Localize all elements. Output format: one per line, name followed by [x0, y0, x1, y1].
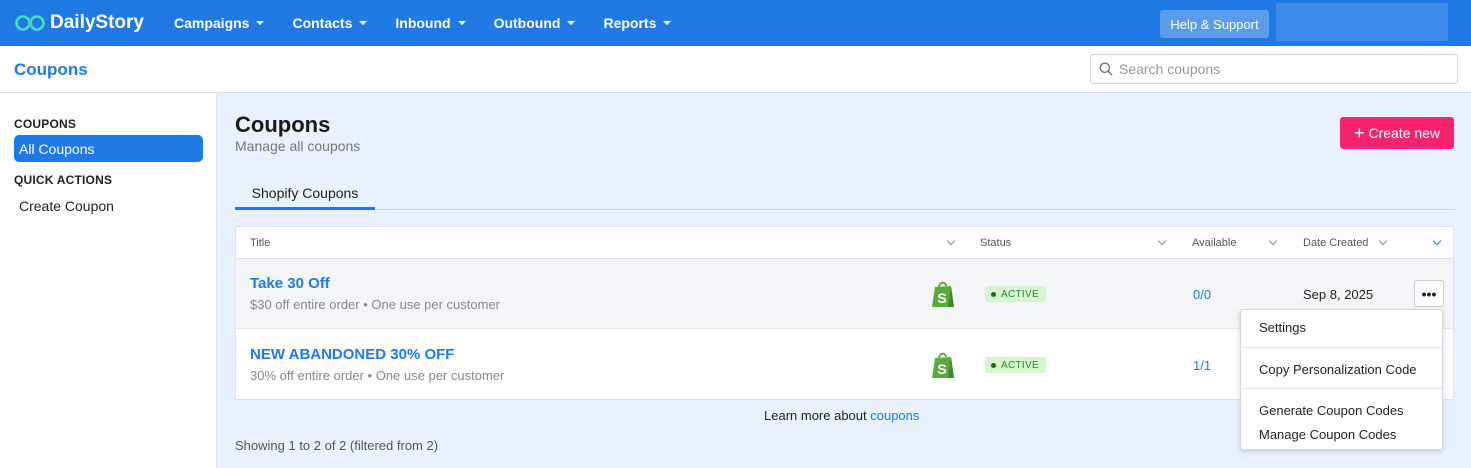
coupon-title-link[interactable]: NEW ABANDONED 30% OFF	[250, 346, 454, 363]
coupon-description: 30% off entire order • One use per custo…	[250, 368, 505, 383]
sidebar-heading-coupons: COUPONS	[14, 117, 77, 131]
menu-item-settings[interactable]: Settings	[1259, 320, 1306, 335]
caret-down-icon	[359, 21, 368, 25]
column-status[interactable]: Status	[980, 237, 1011, 249]
svg-text:S: S	[937, 290, 946, 306]
available-count[interactable]: 1/1	[1193, 358, 1211, 373]
menu-divider	[1241, 388, 1442, 389]
create-new-label: Create new	[1368, 125, 1441, 141]
chevron-down-icon[interactable]	[1157, 236, 1167, 246]
dailystory-logo-icon	[15, 15, 45, 31]
status-dot-icon	[991, 291, 996, 297]
nav-reports-label: Reports	[603, 15, 657, 31]
caret-down-icon	[457, 21, 466, 25]
top-nav: DailyStory Campaigns Contacts Inbound Ou…	[0, 0, 1471, 46]
status-label: ACTIVE	[1001, 359, 1039, 371]
coupon-description: $30 off entire order • One use per custo…	[250, 297, 501, 312]
menu-divider	[1241, 347, 1442, 348]
main-subtitle: Manage all coupons	[235, 138, 361, 154]
table-header: Title Status Available Date Created	[236, 227, 1453, 259]
svg-text:S: S	[937, 361, 946, 377]
nav-campaigns-label: Campaigns	[174, 15, 250, 31]
learn-more-prefix: Learn more about	[764, 408, 871, 423]
sidebar-item-create-coupon[interactable]: Create Coupon	[19, 198, 114, 214]
chevron-down-icon[interactable]	[1268, 236, 1278, 246]
nav-outbound-label: Outbound	[493, 15, 561, 31]
nav-inbound[interactable]: Inbound	[395, 15, 466, 31]
date-created: Sep 8, 2025	[1303, 287, 1374, 302]
sidebar: COUPONS All Coupons QUICK ACTIONS Create…	[0, 93, 217, 468]
sidebar-item-all-coupons[interactable]: All Coupons	[14, 135, 203, 162]
column-title[interactable]: Title	[250, 237, 270, 249]
help-support-button[interactable]: Help & Support	[1160, 10, 1269, 38]
nav-inbound-label: Inbound	[395, 15, 451, 31]
column-date-created[interactable]: Date Created	[1303, 237, 1368, 249]
row-actions-menu: Settings Copy Personalization Code Gener…	[1240, 309, 1443, 450]
brand[interactable]: DailyStory	[14, 12, 174, 34]
status-label: ACTIVE	[1001, 288, 1039, 300]
plus-icon: +	[1353, 123, 1365, 143]
caret-down-icon	[256, 21, 265, 25]
sidebar-heading-quick-actions: QUICK ACTIONS	[14, 173, 113, 187]
coupons-help-link[interactable]: coupons	[870, 408, 919, 423]
menu-item-manage-coupon-codes[interactable]: Manage Coupon Codes	[1259, 427, 1396, 442]
user-menu[interactable]	[1276, 3, 1448, 41]
column-available[interactable]: Available	[1192, 237, 1236, 249]
chevron-down-icon[interactable]	[946, 236, 956, 246]
create-new-button[interactable]: + Create new	[1340, 117, 1454, 149]
nav-menu: Campaigns Contacts Inbound Outbound Repo…	[174, 15, 699, 31]
pagination-info: Showing 1 to 2 of 2 (filtered from 2)	[235, 438, 439, 453]
main-title: Coupons	[235, 112, 331, 137]
nav-campaigns[interactable]: Campaigns	[174, 15, 265, 31]
tab-bar: Shopify Coupons	[235, 179, 1455, 210]
caret-down-icon	[567, 21, 576, 25]
sub-header: Coupons	[0, 46, 1471, 93]
status-dot-icon	[991, 362, 996, 368]
tab-shopify-coupons[interactable]: Shopify Coupons	[235, 179, 375, 210]
chevron-down-icon[interactable]	[1432, 236, 1442, 246]
coupon-title-link[interactable]: Take 30 Off	[250, 275, 330, 292]
available-count[interactable]: 0/0	[1193, 287, 1211, 302]
nav-outbound[interactable]: Outbound	[494, 15, 576, 31]
menu-item-generate-coupon-codes[interactable]: Generate Coupon Codes	[1259, 403, 1404, 418]
nav-reports[interactable]: Reports	[603, 15, 672, 31]
shopify-icon: S	[932, 281, 954, 307]
page-title: Coupons	[14, 60, 88, 79]
search-icon	[1099, 62, 1113, 76]
brand-name: DailyStory	[50, 12, 144, 33]
shopify-icon: S	[932, 352, 954, 378]
search-box	[1090, 54, 1458, 84]
search-input[interactable]	[1119, 61, 1449, 77]
status-badge: ACTIVE	[985, 357, 1046, 373]
learn-more-text: Learn more about coupons	[764, 408, 919, 423]
menu-item-copy-personalization-code[interactable]: Copy Personalization Code	[1259, 362, 1417, 377]
more-icon[interactable]: •••	[1414, 280, 1444, 307]
status-badge: ACTIVE	[985, 286, 1046, 302]
nav-contacts[interactable]: Contacts	[292, 15, 368, 31]
caret-down-icon	[663, 21, 672, 25]
chevron-down-icon[interactable]	[1378, 236, 1388, 246]
nav-contacts-label: Contacts	[292, 15, 353, 31]
